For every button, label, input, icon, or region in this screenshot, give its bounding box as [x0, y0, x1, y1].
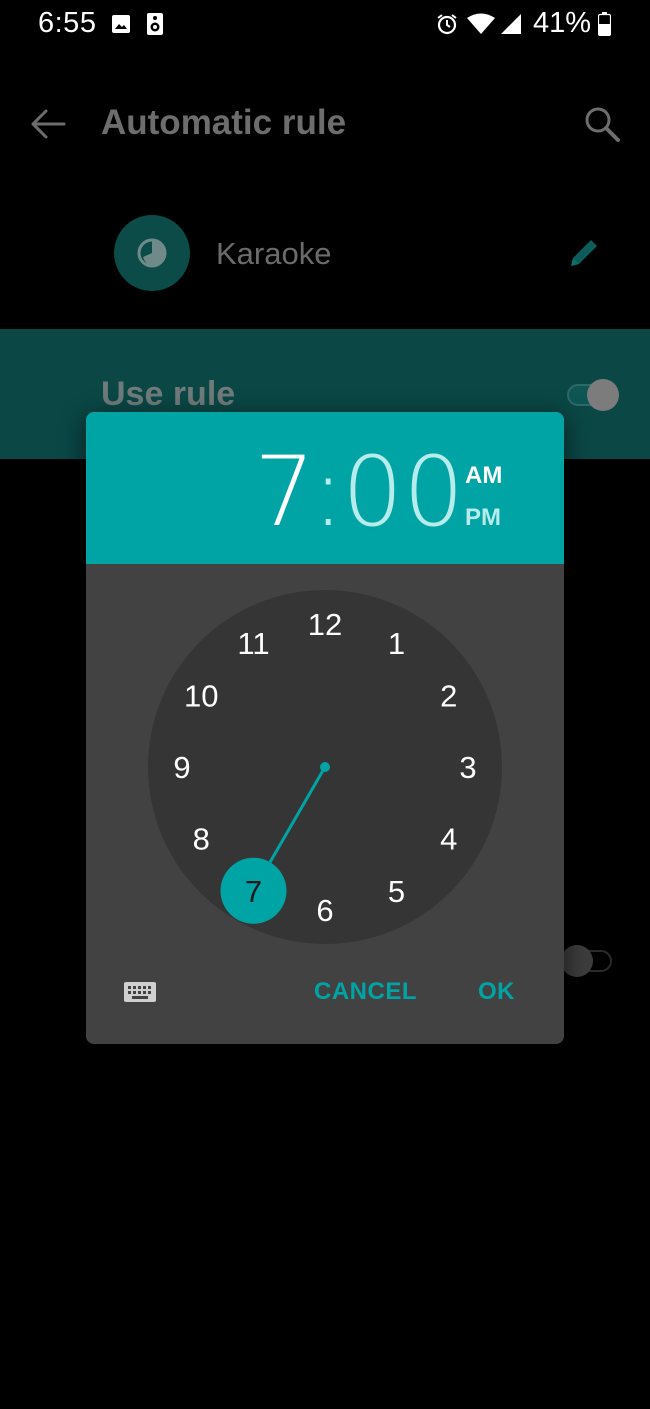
pencil-icon — [563, 240, 603, 278]
status-bar: 6:55 41% — [0, 0, 650, 50]
rule-name[interactable]: Karaoke — [216, 236, 331, 272]
status-time: 6:55 — [38, 7, 97, 39]
dial-number-8[interactable]: 8 — [193, 822, 210, 857]
image-icon — [111, 14, 131, 39]
edit-rule-button[interactable] — [563, 234, 603, 274]
battery-icon — [597, 12, 612, 41]
dial-number-5[interactable]: 5 — [388, 874, 405, 909]
search-button[interactable] — [578, 100, 628, 150]
dial-number-12[interactable]: 12 — [308, 607, 342, 642]
keyboard-mode-button[interactable] — [122, 977, 162, 1009]
keyboard-icon — [122, 982, 158, 1009]
clock-rule-icon — [114, 238, 190, 295]
cancel-button[interactable]: CANCEL — [314, 978, 417, 1006]
battery-percent: 41% — [533, 7, 592, 39]
rule-icon-container — [114, 215, 190, 291]
use-rule-label: Use rule — [101, 375, 236, 413]
page-title: Automatic rule — [101, 103, 347, 142]
ok-button[interactable]: OK — [478, 978, 515, 1006]
alarm-icon — [436, 13, 458, 40]
speaker-icon — [146, 12, 164, 41]
dial-number-6[interactable]: 6 — [316, 893, 333, 928]
search-icon — [578, 107, 628, 154]
dial-number-9[interactable]: 9 — [173, 750, 190, 785]
dial-number-2[interactable]: 2 — [440, 679, 457, 714]
dial-number-3[interactable]: 3 — [459, 750, 476, 785]
app-bar: Automatic rule — [0, 70, 650, 180]
dial-number-1[interactable]: 1 — [388, 626, 405, 661]
time-picker-dialog: 7 : 00 AM PM 12 1 2 3 4 5 6 7 8 9 10 11 CANCEL OK — [86, 412, 564, 1044]
dial-number-7[interactable]: 7 — [245, 874, 262, 909]
wifi-icon — [466, 13, 496, 40]
secondary-toggle-thumb[interactable] — [561, 945, 593, 977]
clock-dial[interactable]: 12 12 3 45 6 78 9 10 11 — [86, 412, 564, 1044]
dial-center-dot — [320, 762, 330, 772]
dial-number-4[interactable]: 4 — [440, 822, 457, 857]
back-button[interactable] — [22, 100, 74, 148]
use-rule-toggle-thumb[interactable] — [587, 379, 619, 411]
dial-number-11[interactable]: 11 — [237, 626, 269, 661]
back-arrow-icon — [22, 109, 74, 152]
dial-number-10[interactable]: 10 — [184, 679, 218, 714]
signal-icon — [500, 13, 522, 40]
